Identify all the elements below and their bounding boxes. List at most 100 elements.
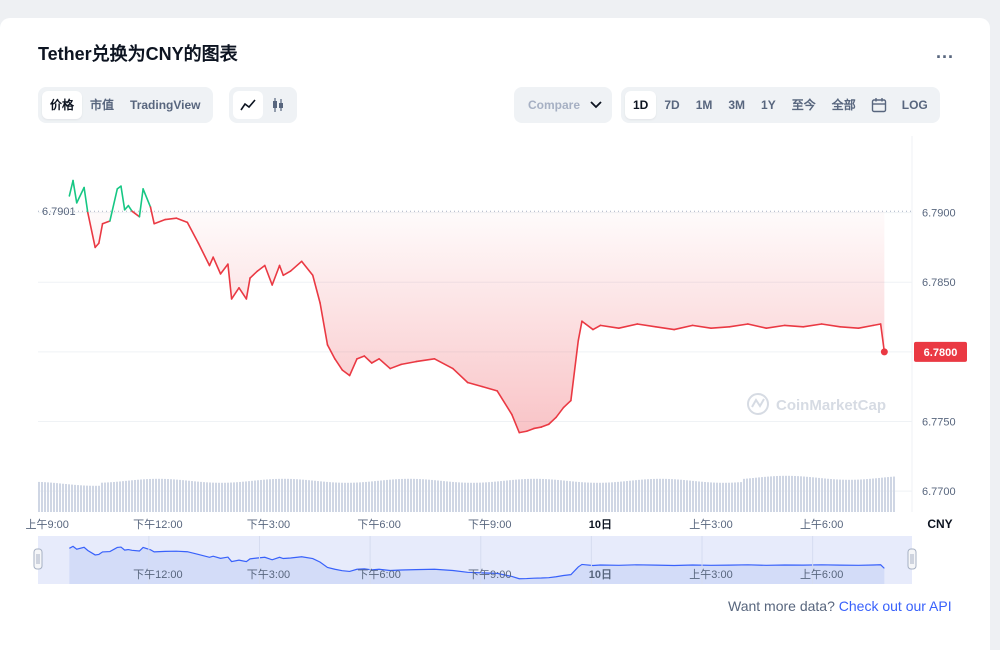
volume-bar (287, 478, 289, 512)
volume-bar (437, 480, 439, 512)
reference-label: 6.7901 (42, 206, 76, 218)
volume-bar (644, 479, 646, 512)
volume-bar (530, 478, 532, 512)
volume-bar (683, 480, 685, 512)
volume-bar (185, 480, 187, 512)
last-price-label: 6.7800 (924, 347, 958, 359)
volume-bar (338, 482, 340, 512)
volume-bar (647, 479, 649, 512)
volume-bar (749, 478, 751, 512)
volume-bar (803, 476, 805, 512)
volume-bar (788, 475, 790, 512)
volume-bar (875, 478, 877, 512)
volume-bar (851, 479, 853, 512)
volume-bar (128, 480, 130, 512)
volume-bar (731, 482, 733, 512)
volume-bar (518, 479, 520, 512)
volume-bar (485, 482, 487, 512)
volume-bar (839, 479, 841, 512)
volume-bar (134, 479, 136, 512)
volume-bar (500, 481, 502, 512)
volume-bar (593, 482, 595, 512)
volume-bar (398, 479, 400, 512)
volume-bar (614, 482, 616, 512)
volume-bar (362, 482, 364, 512)
volume-bar (539, 478, 541, 512)
volume-bar (182, 480, 184, 512)
volume-bar (497, 481, 499, 512)
volume-bar (809, 477, 811, 512)
volume-bar (845, 479, 847, 512)
volume-bar (710, 482, 712, 512)
volume-bar (323, 481, 325, 512)
volume-bar (407, 478, 409, 512)
volume-bar (752, 477, 754, 512)
volume-bar (176, 479, 178, 512)
volume-bar (173, 479, 175, 512)
volume-bar (887, 477, 889, 512)
volume-bar (836, 479, 838, 512)
volume-bar (491, 481, 493, 512)
volume-bar (38, 481, 40, 512)
volume-bar (542, 478, 544, 512)
volume-bar (260, 479, 262, 512)
price-line-segment (75, 186, 85, 204)
volume-bar (422, 479, 424, 512)
volume-bar (86, 485, 88, 512)
volume-bar (467, 482, 469, 512)
volume-bar (755, 477, 757, 512)
volume-bar (92, 485, 94, 512)
volume-bar (305, 479, 307, 512)
volume-bar (863, 479, 865, 512)
volume-bar (698, 481, 700, 512)
volume-bar (512, 479, 514, 512)
volume-bar (59, 483, 61, 512)
volume-bar (215, 482, 217, 512)
volume-bar (392, 479, 394, 512)
volume-bar (554, 479, 556, 512)
volume-bar (785, 475, 787, 512)
volume-bar (557, 479, 559, 512)
volume-bar (428, 479, 430, 512)
volume-bar (356, 482, 358, 512)
volume-bar (272, 479, 274, 512)
navigator-handle-right[interactable] (907, 548, 917, 570)
volume-bar (884, 477, 886, 512)
volume-bar (599, 482, 601, 512)
volume-bar (479, 482, 481, 512)
volume-bar (455, 482, 457, 512)
volume-bar (461, 482, 463, 512)
volume-bar (590, 482, 592, 512)
volume-bar (314, 480, 316, 512)
volume-bar (635, 480, 637, 512)
volume-bar (815, 477, 817, 512)
volume-bar (146, 479, 148, 512)
volume-bar (659, 478, 661, 512)
navigator-tick-label: 下午9:00 (468, 568, 511, 581)
volume-bar (167, 479, 169, 512)
volume-bar (800, 476, 802, 512)
volume-bar (680, 479, 682, 512)
x-tick-label: 下午9:00 (468, 518, 511, 531)
volume-bar (608, 482, 610, 512)
volume-bar (74, 484, 76, 512)
volume-bar (206, 482, 208, 512)
volume-bar (200, 481, 202, 512)
volume-bar (53, 482, 55, 512)
volume-bar (527, 478, 529, 512)
x-tick-label: 下午6:00 (357, 518, 400, 531)
volume-bar (653, 478, 655, 512)
volume-bar (704, 481, 706, 512)
volume-bar (98, 485, 100, 512)
volume-bar (65, 484, 67, 512)
navigator-handle-left[interactable] (33, 548, 43, 570)
volume-bar (308, 480, 310, 512)
volume-bar (566, 480, 568, 512)
last-price-point[interactable] (880, 348, 888, 356)
price-chart[interactable]: 6.79006.78506.78006.77506.77006.79016.78… (0, 0, 1000, 650)
volume-bar (68, 484, 70, 512)
volume-bar (413, 478, 415, 512)
price-line-segment (127, 204, 133, 212)
volume-bar (188, 480, 190, 512)
volume-bar (701, 481, 703, 512)
